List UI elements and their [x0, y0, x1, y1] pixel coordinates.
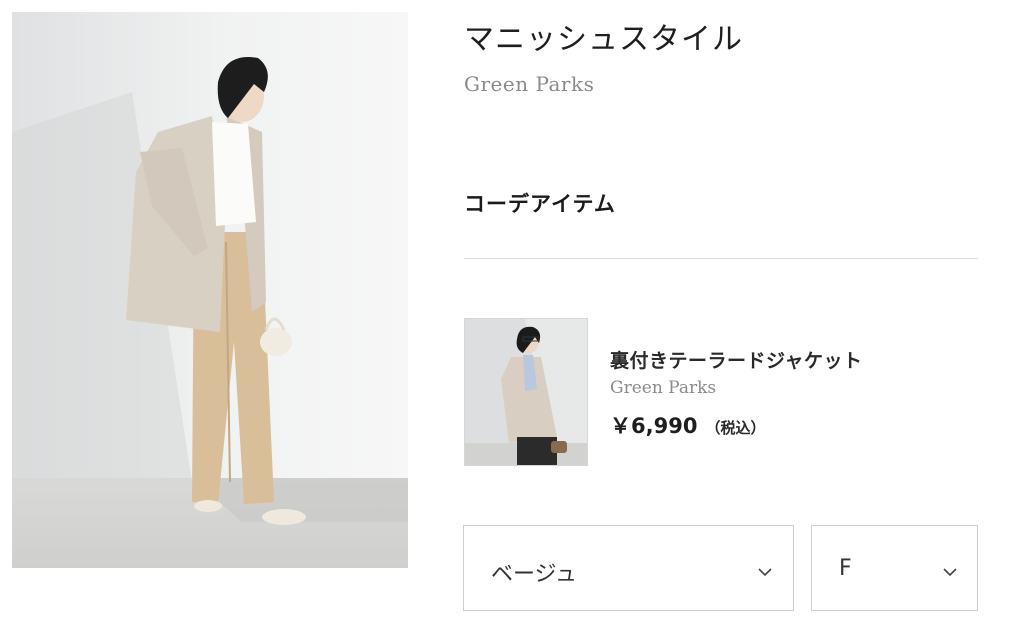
size-select[interactable]: F [811, 525, 978, 611]
item-brand: Green Parks [610, 378, 717, 398]
size-select-value: F [839, 556, 852, 581]
coordinate-item-card[interactable]: 裏付きテーラードジャケット Green Parks ￥6,990 （税込） [464, 318, 978, 468]
item-thumbnail[interactable] [464, 318, 588, 466]
coordinate-items-heading: コーデアイテム [464, 192, 616, 216]
item-price: ￥6,990 （税込） [610, 410, 765, 440]
item-name[interactable]: 裏付きテーラードジャケット [610, 346, 863, 373]
item-price-value: ￥6,990 [610, 414, 698, 438]
chevron-down-icon [758, 562, 772, 577]
item-tax-note: （税込） [705, 419, 766, 437]
color-select[interactable]: ベージュ [463, 525, 794, 611]
look-title: マニッシュスタイル [464, 22, 743, 57]
color-select-value: ベージュ [491, 562, 578, 587]
section-divider [464, 258, 978, 259]
look-brand[interactable]: Green Parks [464, 72, 594, 96]
chevron-down-icon [943, 562, 957, 577]
look-main-image [12, 12, 408, 568]
